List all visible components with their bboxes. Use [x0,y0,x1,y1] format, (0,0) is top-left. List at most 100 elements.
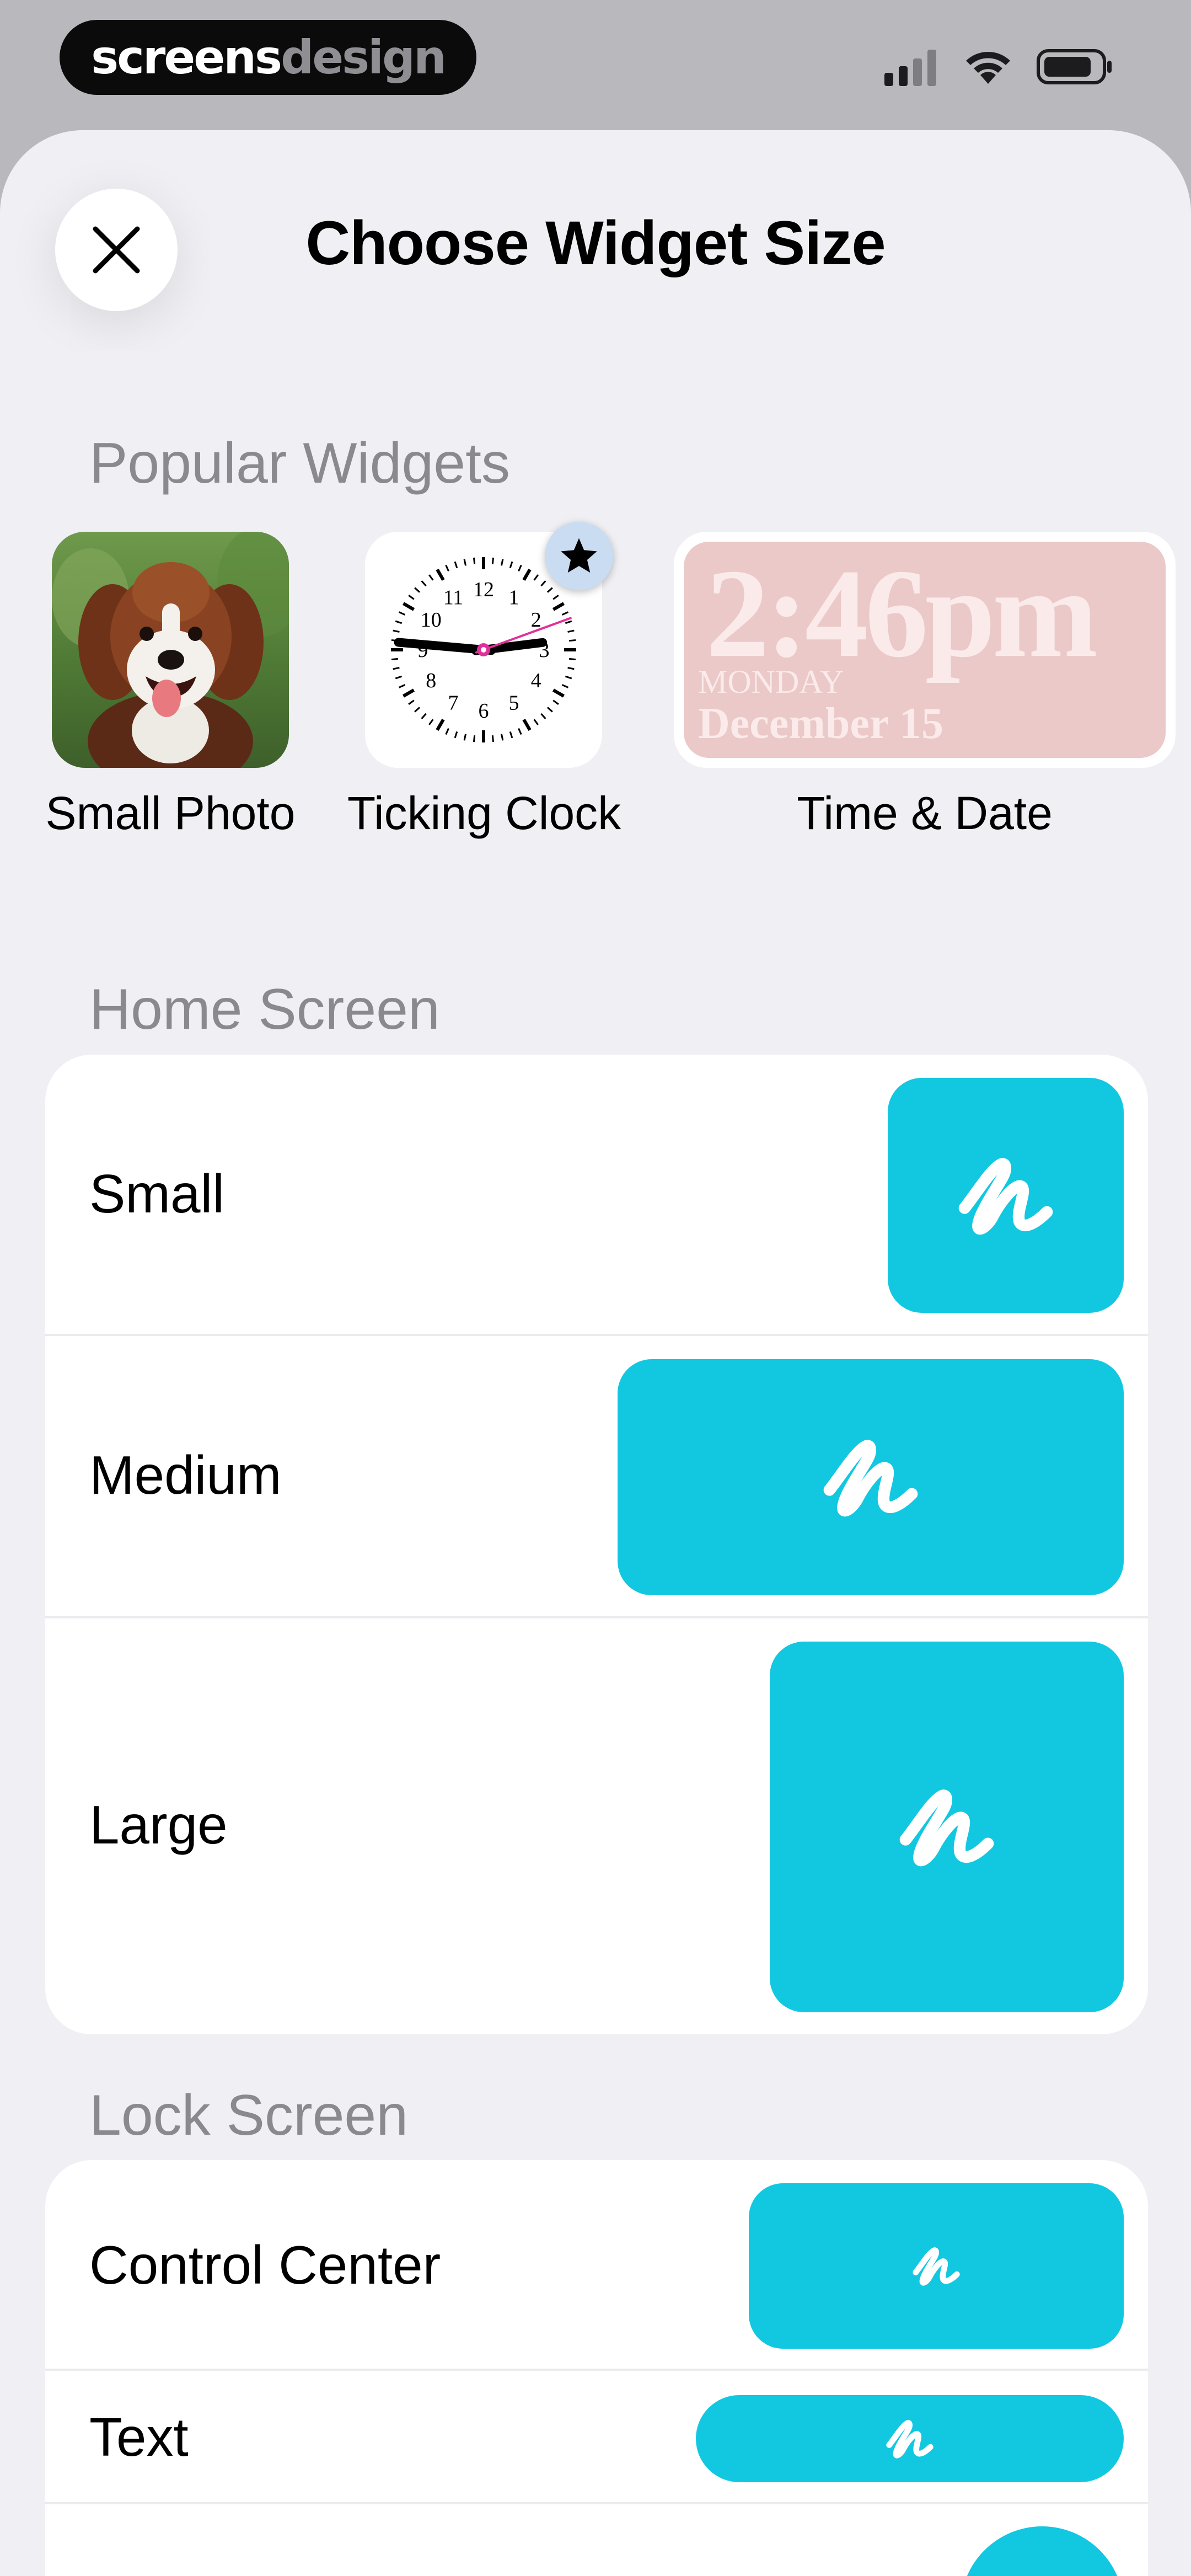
home-small-preview [888,1078,1124,1313]
clock-tick [395,675,403,680]
ticking-clock-label: Ticking Clock [347,787,621,839]
clock-tick [393,666,400,670]
clock-tick [414,707,421,713]
clock-tick [552,699,559,705]
clock-tick [454,731,458,739]
scribble-icon [823,1440,918,1516]
clock-tick [546,707,553,713]
clock-tick [445,564,449,572]
clock-tick [561,611,569,616]
lock-circular-row[interactable] [45,2504,1148,2576]
clock-tick [552,595,559,600]
clock-number: 8 [426,669,436,692]
home-large-preview [770,1642,1124,2012]
time-date-day: MONDAY [698,664,844,700]
clock-tick [436,718,445,731]
clock-tick [567,629,575,633]
clock-tick [398,611,406,616]
clock-tick [393,629,400,633]
clock-tick [463,559,467,566]
sheet-title: Choose Widget Size [305,209,886,277]
home-large-label: Large [89,1794,228,1855]
clock-tick [546,587,553,593]
home-screen-card: Small Medium Large [45,1055,1148,2034]
lock-text-row[interactable]: Text [45,2371,1148,2502]
lock-control-center-row[interactable]: Control Center [45,2160,1148,2369]
clock-tick [403,602,415,611]
clock-tick [567,666,575,670]
lock-screen-header: Lock Screen [89,2083,409,2147]
home-screen-header: Home Screen [89,977,440,1041]
brand-logo: screens design [60,20,476,95]
clock-tick [398,684,406,688]
home-large-row[interactable]: Large [45,1618,1148,2034]
widget-size-sheet: Choose Widget Size Popular Widgets Small… [0,130,1191,2576]
home-medium-row[interactable]: Medium [45,1336,1148,1616]
clock-tick [518,564,522,572]
time-date-widget[interactable]: 2:46pm MONDAY December 15 [674,532,1176,768]
wifi-icon [966,52,1010,84]
clock-tick [414,587,421,593]
clock-tick [565,675,572,680]
clock-tick [454,561,458,569]
popular-widgets-header: Popular Widgets [89,431,511,495]
clock-tick [436,569,445,581]
clock-tick [395,620,403,624]
clock-tick [540,580,546,587]
clock-number: 10 [421,608,442,632]
clock-number: 4 [531,669,541,692]
status-bar: screens design [0,0,1191,130]
cellular-signal-icon [884,50,936,86]
lock-circular-preview [961,2526,1124,2576]
time-date-date: December 15 [698,699,943,748]
clock-number: 2 [531,608,541,632]
time-date-preview: 2:46pm MONDAY December 15 [684,542,1166,758]
clock-tick [540,713,546,719]
brand-text-primary: screens [91,30,282,84]
screen: screens design Choose Widget Size Popula… [0,0,1191,2576]
clock-tick [445,728,449,735]
small-photo-widget[interactable] [52,532,289,768]
clock-tick [500,559,504,566]
status-icons [884,47,1114,86]
home-medium-label: Medium [89,1445,282,1505]
scribble-icon [899,1789,994,1866]
clock-tick [463,734,467,741]
clock-number: 7 [448,691,459,714]
battery-icon [1037,49,1112,84]
clock-tick [518,728,522,735]
clock-number: 11 [443,586,464,610]
lock-control-center-label: Control Center [89,2235,441,2295]
clock-tick [421,580,427,587]
time-date-label: Time & Date [797,787,1053,839]
lock-screen-card: Control Center Text [45,2160,1148,2576]
clock-number: 5 [509,691,519,714]
clock-tick [552,688,565,698]
scribble-icon [913,2247,960,2286]
clock-center-dot [481,647,486,653]
star-icon [561,538,597,573]
clock-tick [428,574,434,581]
clock-tick [428,719,434,725]
clock-tick [552,602,565,611]
clock-tick [533,574,539,581]
lock-text-label: Text [89,2407,189,2467]
clock-number: 6 [479,699,489,723]
clock-tick [509,731,513,739]
clock-tick [522,569,532,581]
clock-tick [403,688,415,698]
favorite-badge [545,522,613,590]
brand-text-secondary: design [281,30,447,84]
dog-photo [52,532,289,768]
clock-number: 12 [473,578,494,601]
clock-number: 1 [509,586,519,610]
clock-tick [491,557,495,565]
clock-tick [491,735,495,742]
small-photo-label: Small Photo [45,787,296,839]
home-small-row[interactable]: Small [45,1055,1148,1334]
lock-text-preview [696,2395,1124,2482]
clock-tick [565,620,572,624]
clock-tick [408,699,415,705]
clock-tick [500,734,504,741]
lock-control-center-preview [749,2183,1124,2349]
